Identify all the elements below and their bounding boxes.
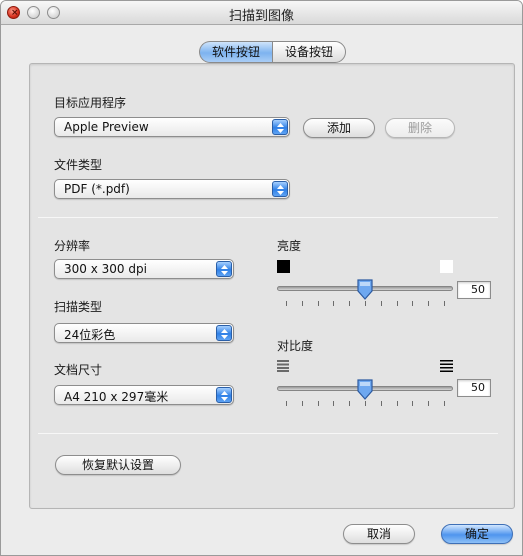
document-size-label: 文档尺寸 (54, 363, 103, 377)
tab-device-button[interactable]: 设备按钮 (272, 41, 347, 63)
contrast-slider-knob[interactable] (356, 379, 374, 401)
slider-tick (412, 401, 414, 406)
scan-type-label: 扫描类型 (54, 300, 103, 314)
document-size-value: A4 210 x 297毫米 (64, 390, 169, 404)
popup-arrows-icon (272, 181, 288, 197)
target-app-label: 目标应用程序 (54, 96, 127, 110)
slider-tick (301, 301, 303, 306)
slider-tick (428, 301, 430, 306)
contrast-ticks (286, 401, 445, 407)
low-contrast-lines-icon (277, 360, 289, 372)
file-type-value: PDF (*.pdf) (64, 182, 130, 196)
slider-tick (286, 401, 287, 406)
slider-tick (317, 301, 319, 306)
tab-software-button[interactable]: 软件按钮 (199, 41, 273, 63)
high-contrast-lines-icon (440, 360, 453, 372)
scan-type-value: 24位彩色 (64, 328, 116, 342)
resolution-label: 分辨率 (54, 239, 91, 253)
ok-button[interactable]: 确定 (441, 524, 513, 544)
slider-tick (396, 401, 398, 406)
resolution-select[interactable]: 300 x 300 dpi (54, 259, 234, 279)
scan-type-select[interactable]: 24位彩色 (54, 323, 234, 343)
slider-tick (286, 301, 287, 306)
slider-tick (365, 401, 366, 406)
slider-tick (380, 401, 382, 406)
slider-tick (349, 301, 351, 306)
popup-arrows-icon (272, 119, 288, 135)
slider-tick (412, 301, 414, 306)
popup-arrows-icon (216, 261, 232, 277)
delete-button[interactable]: 删除 (385, 118, 455, 138)
contrast-label: 对比度 (277, 339, 314, 353)
slider-tick (444, 401, 445, 406)
popup-arrows-icon (216, 387, 232, 403)
title-bar[interactable]: × 扫描到图像 (1, 1, 522, 25)
slider-tick (333, 401, 335, 406)
slider-tick (349, 401, 351, 406)
divider (38, 433, 498, 434)
file-type-label: 文件类型 (54, 158, 103, 172)
slider-tick (333, 301, 335, 306)
target-app-value: Apple Preview (64, 120, 149, 134)
restore-defaults-button[interactable]: 恢复默认设置 (55, 455, 181, 475)
file-type-select[interactable]: PDF (*.pdf) (54, 179, 290, 199)
brightness-ticks (286, 301, 445, 307)
contrast-value-field[interactable]: 50 (457, 379, 491, 397)
slider-tick (428, 401, 430, 406)
slider-tick (380, 301, 382, 306)
popup-arrows-icon (216, 325, 232, 341)
slider-tick (396, 301, 398, 306)
slider-tick (301, 401, 303, 406)
slider-tick (317, 401, 319, 406)
add-button[interactable]: 添加 (303, 118, 375, 138)
slider-tick (365, 301, 366, 306)
brightness-label: 亮度 (277, 239, 302, 253)
brightness-slider-knob[interactable] (356, 279, 374, 301)
cancel-button[interactable]: 取消 (343, 524, 415, 544)
resolution-value: 300 x 300 dpi (64, 262, 147, 276)
divider (38, 217, 498, 218)
document-size-select[interactable]: A4 210 x 297毫米 (54, 385, 234, 405)
slider-tick (444, 301, 445, 306)
scan-to-image-window: × 扫描到图像 软件按钮 设备按钮 目标应用程序 Apple Preview 添… (0, 0, 523, 556)
window-title: 扫描到图像 (228, 9, 294, 24)
black-square-icon (277, 260, 290, 273)
target-app-select[interactable]: Apple Preview (54, 117, 290, 137)
brightness-value-field[interactable]: 50 (457, 281, 491, 299)
tab-bar: 软件按钮 设备按钮 (199, 41, 347, 63)
white-square-icon (440, 260, 453, 273)
